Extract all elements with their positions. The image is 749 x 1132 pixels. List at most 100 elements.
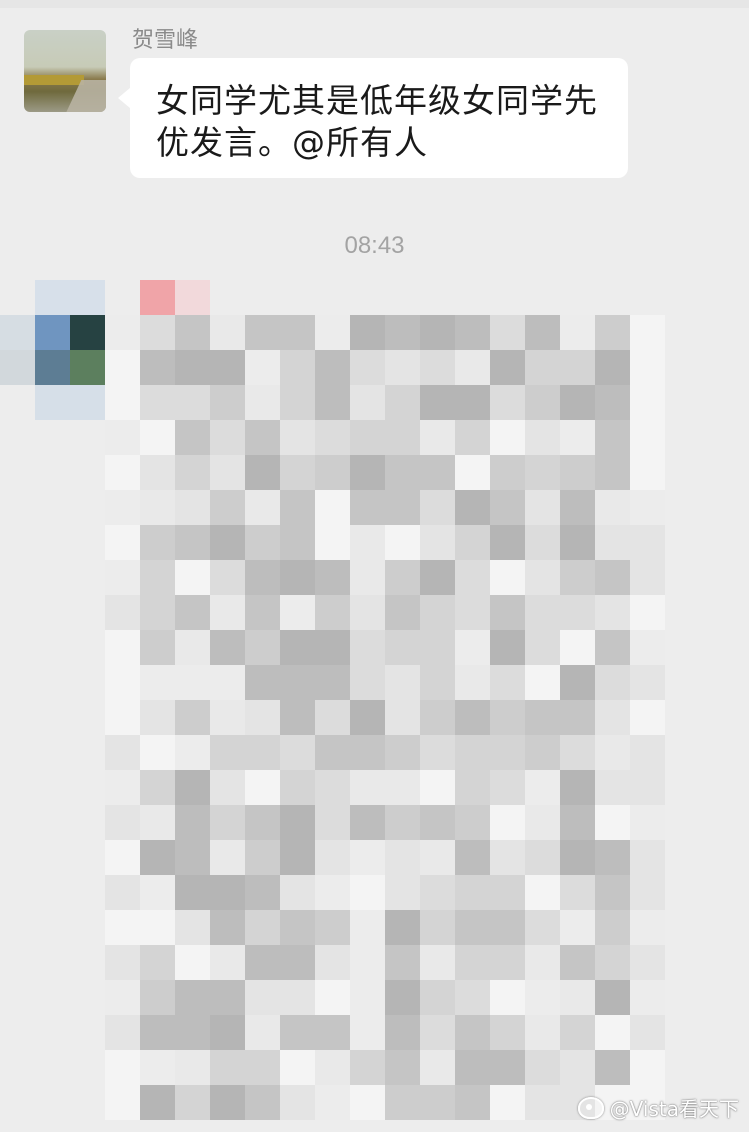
mosaic-cell bbox=[210, 315, 245, 350]
mosaic-cell bbox=[455, 840, 490, 875]
mosaic-cell bbox=[350, 350, 385, 385]
mosaic-cell bbox=[455, 595, 490, 630]
mosaic-cell bbox=[105, 630, 140, 665]
mosaic-cell bbox=[385, 1015, 420, 1050]
mosaic-cell bbox=[595, 980, 630, 1015]
mosaic-cell bbox=[560, 525, 595, 560]
mosaic-cell bbox=[560, 700, 595, 735]
mosaic-cell bbox=[490, 595, 525, 630]
mosaic-cell bbox=[560, 420, 595, 455]
mosaic-cell bbox=[350, 945, 385, 980]
mosaic-cell bbox=[455, 525, 490, 560]
mosaic-cell bbox=[175, 770, 210, 805]
mosaic-cell bbox=[420, 560, 455, 595]
mosaic-cell bbox=[420, 455, 455, 490]
mosaic-cell bbox=[350, 840, 385, 875]
mosaic-cell bbox=[490, 1085, 525, 1120]
mosaic-cell bbox=[455, 700, 490, 735]
mosaic-cell bbox=[350, 910, 385, 945]
pixel-block bbox=[0, 350, 35, 385]
mosaic-cell bbox=[455, 315, 490, 350]
mosaic-cell bbox=[140, 455, 175, 490]
message-bubble[interactable]: 女同学尤其是低年级女同学先 优发言。@所有人 bbox=[118, 58, 628, 178]
mosaic-cell bbox=[630, 525, 665, 560]
mosaic-cell bbox=[490, 630, 525, 665]
mosaic-cell bbox=[140, 315, 175, 350]
mosaic-cell bbox=[490, 490, 525, 525]
pixelated-image-message[interactable] bbox=[105, 315, 665, 1120]
mosaic-cell bbox=[490, 770, 525, 805]
mosaic-cell bbox=[140, 560, 175, 595]
mosaic-cell bbox=[385, 315, 420, 350]
mosaic-cell bbox=[455, 875, 490, 910]
mosaic-cell bbox=[490, 945, 525, 980]
mosaic-cell bbox=[595, 840, 630, 875]
mosaic-cell bbox=[525, 875, 560, 910]
mosaic-cell bbox=[245, 700, 280, 735]
mosaic-cell bbox=[350, 1015, 385, 1050]
mosaic-cell bbox=[350, 665, 385, 700]
sender-avatar[interactable] bbox=[24, 30, 106, 112]
mosaic-cell bbox=[245, 1050, 280, 1085]
mosaic-cell bbox=[455, 490, 490, 525]
mosaic-cell bbox=[175, 665, 210, 700]
mosaic-cell bbox=[595, 525, 630, 560]
mosaic-cell bbox=[315, 700, 350, 735]
mosaic-cell bbox=[490, 805, 525, 840]
mosaic-cell bbox=[385, 595, 420, 630]
mosaic-cell bbox=[420, 700, 455, 735]
mosaic-cell bbox=[420, 385, 455, 420]
mosaic-cell bbox=[560, 560, 595, 595]
mosaic-cell bbox=[280, 385, 315, 420]
mosaic-cell bbox=[595, 315, 630, 350]
mosaic-cell bbox=[560, 315, 595, 350]
mosaic-cell bbox=[280, 455, 315, 490]
mosaic-cell bbox=[490, 455, 525, 490]
mosaic-cell bbox=[595, 560, 630, 595]
mosaic-cell bbox=[455, 735, 490, 770]
mosaic-cell bbox=[595, 875, 630, 910]
mosaic-cell bbox=[385, 700, 420, 735]
mosaic-cell bbox=[105, 945, 140, 980]
mosaic-cell bbox=[525, 630, 560, 665]
mosaic-cell bbox=[105, 455, 140, 490]
mosaic-cell bbox=[175, 980, 210, 1015]
mosaic-cell bbox=[630, 630, 665, 665]
mosaic-cell bbox=[420, 910, 455, 945]
mosaic-cell bbox=[350, 560, 385, 595]
mosaic-cell bbox=[140, 525, 175, 560]
mosaic-cell bbox=[630, 805, 665, 840]
mosaic-cell bbox=[595, 1015, 630, 1050]
mosaic-cell bbox=[175, 735, 210, 770]
mosaic-cell bbox=[385, 735, 420, 770]
mosaic-cell bbox=[175, 945, 210, 980]
mosaic-cell bbox=[420, 735, 455, 770]
mosaic-cell bbox=[280, 910, 315, 945]
mosaic-cell bbox=[140, 945, 175, 980]
mosaic-cell bbox=[210, 980, 245, 1015]
mosaic-cell bbox=[140, 910, 175, 945]
mosaic-cell bbox=[455, 385, 490, 420]
mosaic-cell bbox=[630, 455, 665, 490]
mosaic-cell bbox=[210, 875, 245, 910]
mosaic-cell bbox=[525, 350, 560, 385]
mosaic-cell bbox=[385, 980, 420, 1015]
mosaic-cell bbox=[210, 770, 245, 805]
mosaic-cell bbox=[140, 350, 175, 385]
sender-name: 贺雪峰 bbox=[132, 28, 199, 53]
mosaic-cell bbox=[210, 1050, 245, 1085]
mosaic-cell bbox=[140, 1085, 175, 1120]
mosaic-cell bbox=[280, 525, 315, 560]
mosaic-cell bbox=[350, 770, 385, 805]
mosaic-cell bbox=[455, 350, 490, 385]
mosaic-cell bbox=[210, 630, 245, 665]
mosaic-cell bbox=[595, 595, 630, 630]
mosaic-cell bbox=[385, 455, 420, 490]
mosaic-cell bbox=[630, 560, 665, 595]
mosaic-cell bbox=[280, 350, 315, 385]
mosaic-cell bbox=[245, 875, 280, 910]
mosaic-cell bbox=[315, 385, 350, 420]
mosaic-cell bbox=[560, 665, 595, 700]
mosaic-cell bbox=[560, 350, 595, 385]
mosaic-cell bbox=[315, 525, 350, 560]
